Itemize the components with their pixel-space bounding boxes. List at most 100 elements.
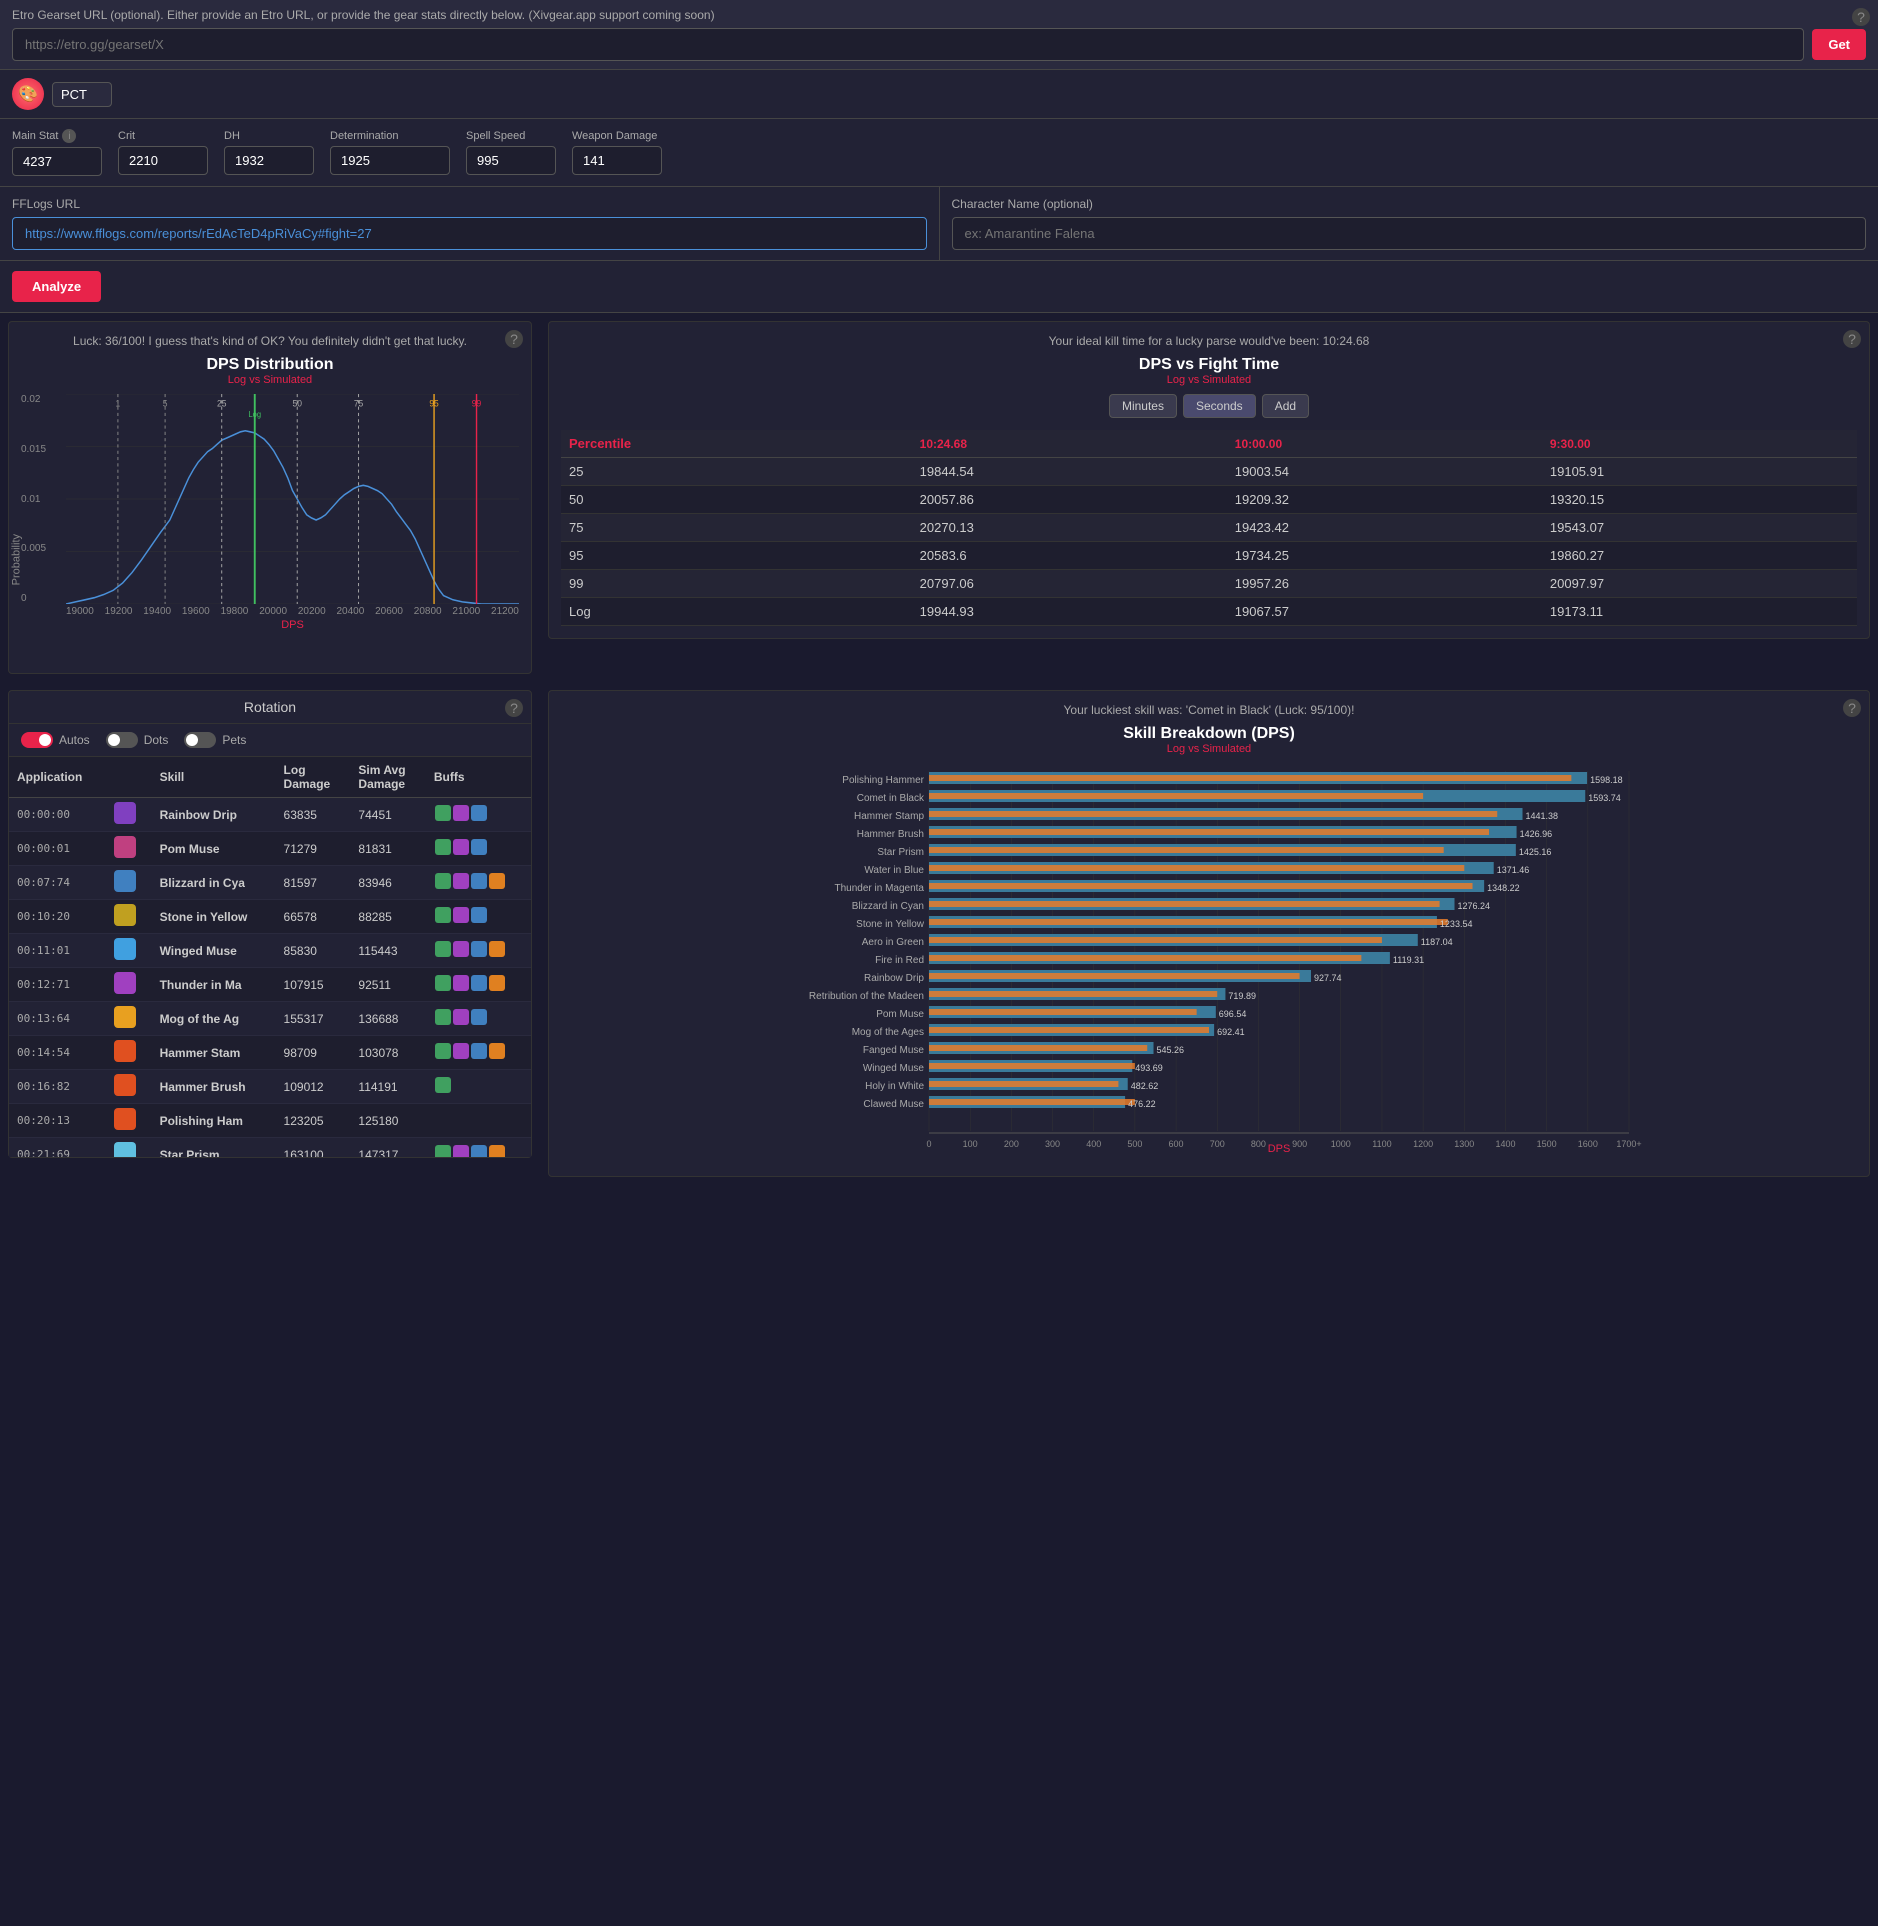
log-damage-cell: 81597 — [276, 866, 351, 900]
percentile-cell: 75 — [561, 514, 912, 542]
autos-label: Autos — [59, 733, 90, 747]
list-item: 00:10:20 Stone in Yellow 66578 88285 — [9, 900, 531, 934]
v3-cell: 19543.07 — [1542, 514, 1857, 542]
buff-icon — [453, 805, 469, 821]
sim-damage-cell: 88285 — [350, 900, 425, 934]
skill-header: Your luckiest skill was: 'Comet in Black… — [561, 703, 1857, 717]
buff-icon — [489, 1043, 505, 1059]
rotation-header: Rotation ? — [9, 691, 531, 724]
y-label-3: 0.005 — [21, 543, 46, 554]
x-label: 21000 — [452, 606, 480, 617]
fflogs-left: FFLogs URL — [0, 187, 940, 260]
svg-text:Rainbow Drip: Rainbow Drip — [864, 973, 924, 984]
log-damage-cell: 123205 — [276, 1104, 351, 1138]
buff-icon — [489, 873, 505, 889]
dh-input[interactable] — [224, 146, 314, 175]
minutes-btn[interactable]: Minutes — [1109, 394, 1177, 418]
weapon-damage-input[interactable] — [572, 146, 662, 175]
skill-name-cell: Polishing Ham — [152, 1104, 276, 1138]
skill-name-cell: Hammer Brush — [152, 1070, 276, 1104]
rotation-help-icon[interactable]: ? — [505, 699, 523, 717]
job-select[interactable]: PCT — [52, 82, 112, 107]
svg-text:Pom Muse: Pom Muse — [876, 1009, 924, 1020]
sim-damage-cell: 136688 — [350, 1002, 425, 1036]
main-stat-info-icon[interactable]: i — [62, 129, 76, 143]
svg-text:1700+: 1700+ — [1616, 1139, 1641, 1149]
luck-text: Luck: 36/100! I guess that's kind of OK?… — [21, 334, 519, 348]
v1-cell: 20797.06 — [912, 570, 1227, 598]
dots-toggle[interactable] — [106, 732, 138, 748]
analyze-button[interactable]: Analyze — [12, 271, 101, 302]
buffs-cell — [426, 798, 531, 832]
buff-icon — [471, 1043, 487, 1059]
spell-speed-input[interactable] — [466, 146, 556, 175]
svg-text:100: 100 — [963, 1139, 978, 1149]
svg-text:5: 5 — [163, 398, 168, 409]
buff-icon — [453, 1145, 469, 1157]
log-damage-cell: 155317 — [276, 1002, 351, 1036]
v1-cell: 20583.6 — [912, 542, 1227, 570]
svg-text:95: 95 — [429, 398, 438, 409]
autos-toggle[interactable] — [21, 732, 53, 748]
col-time2: 10:00.00 — [1227, 430, 1542, 458]
svg-text:500: 500 — [1127, 1139, 1142, 1149]
skill-name-cell: Thunder in Ma — [152, 968, 276, 1002]
dps-time-table: Percentile 10:24.68 10:00.00 9:30.00 25 … — [561, 430, 1857, 626]
job-help-icon[interactable]: ? — [1852, 8, 1870, 26]
x-label: 20800 — [414, 606, 442, 617]
svg-text:1000: 1000 — [1331, 1139, 1351, 1149]
dots-label: Dots — [144, 733, 169, 747]
v1-cell: 20270.13 — [912, 514, 1227, 542]
col-sim-damage: Sim AvgDamage — [350, 757, 425, 798]
sim-damage-cell: 125180 — [350, 1104, 425, 1138]
table-row: 75 20270.13 19423.42 19543.07 — [561, 514, 1857, 542]
determination-input[interactable] — [330, 146, 450, 175]
buff-icon — [453, 941, 469, 957]
skill-name-cell: Stone in Yellow — [152, 900, 276, 934]
v3-cell: 19320.15 — [1542, 486, 1857, 514]
dh-group: DH — [224, 130, 314, 175]
svg-text:Blizzard in Cyan: Blizzard in Cyan — [852, 901, 924, 912]
get-button[interactable]: Get — [1812, 29, 1866, 60]
crit-input[interactable] — [118, 146, 208, 175]
buff-icon — [435, 907, 451, 923]
buffs-cell — [426, 1104, 531, 1138]
dps-time-help-icon[interactable]: ? — [1843, 330, 1861, 348]
list-item: 00:00:01 Pom Muse 71279 81831 — [9, 832, 531, 866]
rotation-table: Application Skill LogDamage Sim AvgDamag… — [9, 757, 531, 1157]
buff-icon — [471, 941, 487, 957]
buff-icon — [453, 907, 469, 923]
svg-text:1425.16: 1425.16 — [1519, 847, 1552, 857]
char-input[interactable] — [952, 217, 1867, 250]
fflogs-input[interactable] — [12, 217, 927, 250]
skill-help-icon[interactable]: ? — [1843, 699, 1861, 717]
main-stat-input[interactable] — [12, 147, 102, 176]
buff-icon — [471, 1009, 487, 1025]
autos-toggle-group: Autos — [21, 732, 90, 748]
svg-text:99: 99 — [472, 398, 481, 409]
crit-label: Crit — [118, 130, 208, 142]
buff-icon — [435, 1043, 451, 1059]
pets-toggle-group: Pets — [184, 732, 246, 748]
etro-url-input[interactable] — [12, 28, 1804, 61]
rotation-table-wrap[interactable]: Application Skill LogDamage Sim AvgDamag… — [9, 757, 531, 1157]
job-select-wrap[interactable]: PCT — [52, 82, 112, 107]
url-row: Get — [12, 28, 1866, 61]
svg-text:Fanged Muse: Fanged Muse — [863, 1045, 925, 1056]
dps-dist-help-icon[interactable]: ? — [505, 330, 523, 348]
log-damage-cell: 107915 — [276, 968, 351, 1002]
svg-text:DPS: DPS — [1268, 1143, 1291, 1153]
buff-icon — [435, 805, 451, 821]
col-time1: 10:24.68 — [912, 430, 1227, 458]
svg-text:Stone in Yellow: Stone in Yellow — [856, 919, 925, 930]
x-label: 20600 — [375, 606, 403, 617]
svg-text:1100: 1100 — [1372, 1139, 1391, 1149]
svg-text:400: 400 — [1086, 1139, 1101, 1149]
pets-toggle[interactable] — [184, 732, 216, 748]
v2-cell: 19734.25 — [1227, 542, 1542, 570]
seconds-btn[interactable]: Seconds — [1183, 394, 1256, 418]
svg-text:Star Prism: Star Prism — [877, 847, 924, 858]
table-row: 50 20057.86 19209.32 19320.15 — [561, 486, 1857, 514]
dps-time-title: DPS vs Fight Time — [561, 356, 1857, 374]
add-time-btn[interactable]: Add — [1262, 394, 1309, 418]
